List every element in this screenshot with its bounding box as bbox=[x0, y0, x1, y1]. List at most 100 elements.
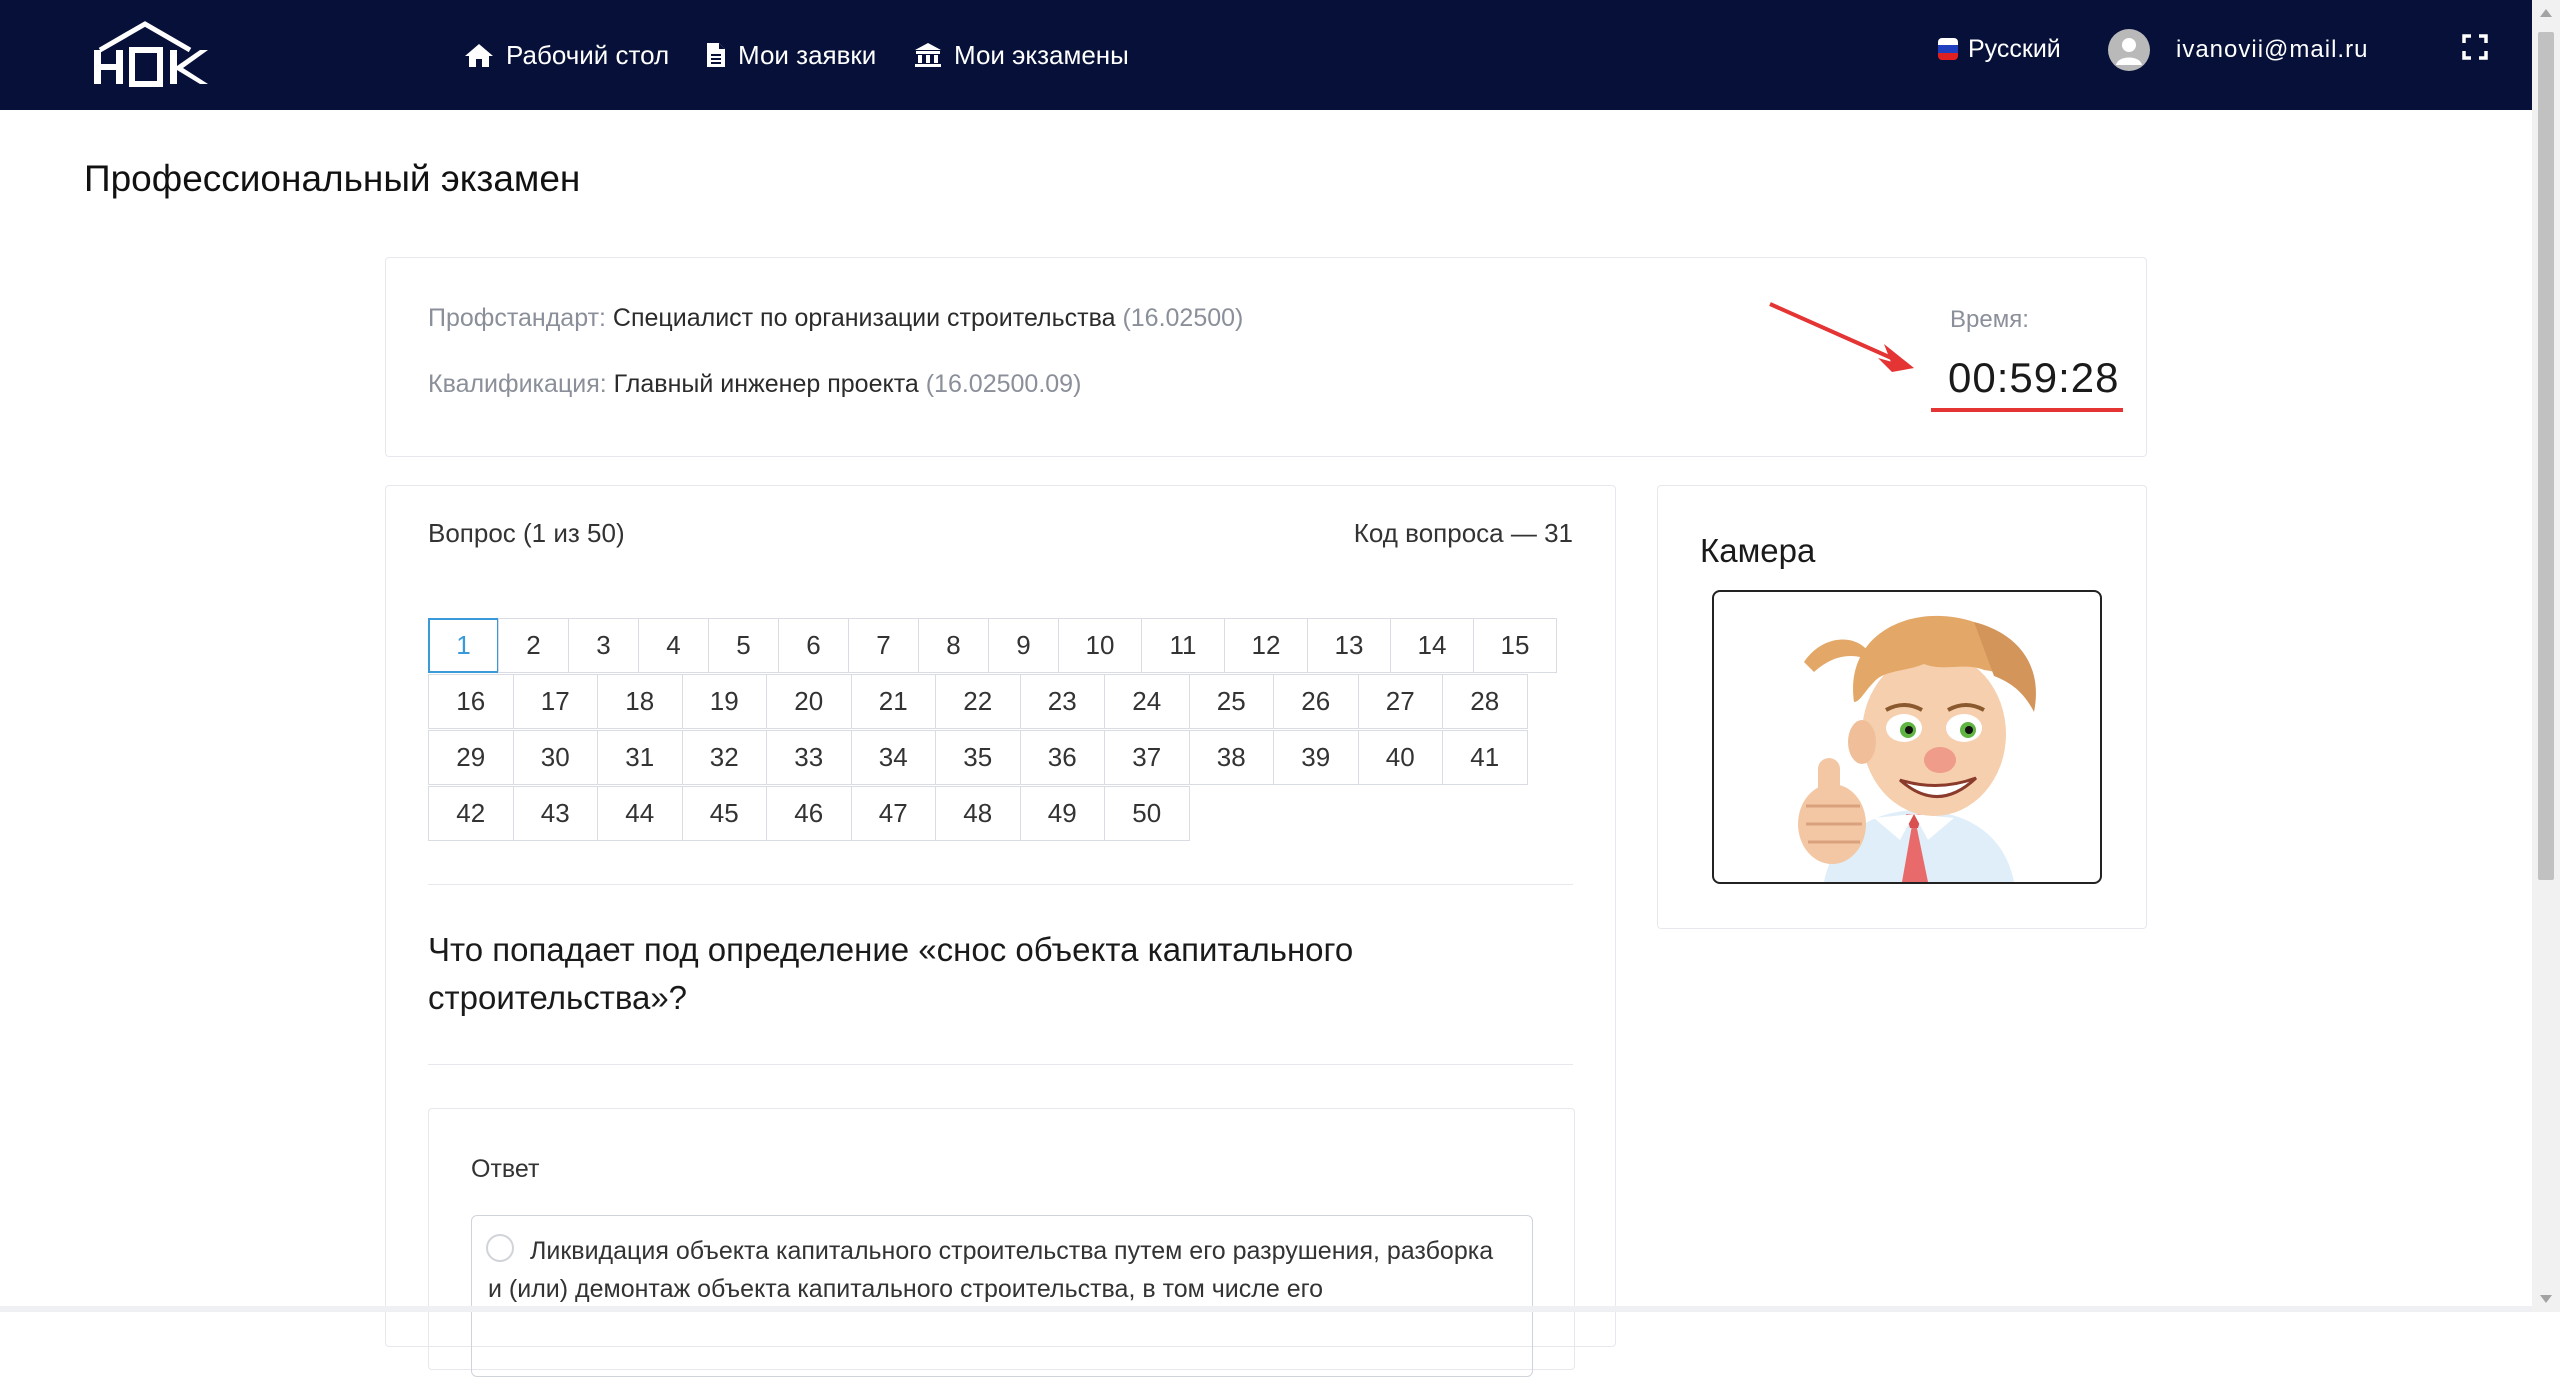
question-number-button[interactable]: 14 bbox=[1390, 618, 1474, 673]
divider bbox=[428, 1064, 1573, 1065]
question-number-button[interactable]: 49 bbox=[1019, 786, 1105, 841]
question-number-button[interactable]: 27 bbox=[1357, 674, 1443, 729]
question-number-button[interactable]: 21 bbox=[850, 674, 936, 729]
question-number-button[interactable]: 35 bbox=[935, 730, 1021, 785]
question-number-button[interactable]: 11 bbox=[1141, 618, 1225, 673]
question-number-button[interactable]: 24 bbox=[1104, 674, 1190, 729]
standard-name: Специалист по организации строительства bbox=[612, 304, 1116, 332]
question-number-button[interactable]: 31 bbox=[597, 730, 683, 785]
question-number-button[interactable]: 17 bbox=[512, 674, 598, 729]
language-label: Русский bbox=[1968, 34, 2061, 63]
question-number-button[interactable]: 4 bbox=[638, 618, 709, 673]
question-number-button[interactable]: 15 bbox=[1473, 618, 1557, 673]
question-number-button[interactable]: 18 bbox=[597, 674, 683, 729]
question-number-button[interactable]: 28 bbox=[1442, 674, 1528, 729]
question-number-button[interactable]: 10 bbox=[1058, 618, 1142, 673]
standard-code: (16.02500) bbox=[1122, 304, 1244, 332]
time-label: Время: bbox=[1950, 306, 2029, 333]
scrollbar-thumb[interactable] bbox=[2538, 32, 2554, 880]
question-number-button[interactable]: 22 bbox=[935, 674, 1021, 729]
fullscreen-icon[interactable] bbox=[2462, 34, 2488, 60]
qualification-label: Квалификация: bbox=[428, 370, 607, 398]
qualification-line: Квалификация: Главный инженер проекта (1… bbox=[428, 370, 1081, 399]
camera-preview bbox=[1712, 590, 2102, 884]
question-number-button[interactable]: 42 bbox=[428, 786, 514, 841]
question-number-button[interactable]: 8 bbox=[918, 618, 989, 673]
question-number-button[interactable]: 41 bbox=[1442, 730, 1528, 785]
answer-option[interactable]: Ликвидация объекта капитального строител… bbox=[471, 1215, 1533, 1377]
question-number-button[interactable]: 34 bbox=[850, 730, 936, 785]
question-number-button[interactable]: 19 bbox=[681, 674, 767, 729]
question-number-button[interactable]: 38 bbox=[1188, 730, 1274, 785]
question-number-button[interactable]: 33 bbox=[766, 730, 852, 785]
question-number-button[interactable]: 1 bbox=[428, 618, 499, 673]
question-text: Что попадает под определение «снос объек… bbox=[428, 931, 1354, 1016]
nav-my-exams[interactable]: Мои экзамены bbox=[914, 32, 1129, 78]
top-navbar: Рабочий стол Мои заявки Мои экзамены Рус… bbox=[0, 0, 2532, 110]
question-number-button[interactable]: 43 bbox=[512, 786, 598, 841]
question-number-button[interactable]: 50 bbox=[1104, 786, 1190, 841]
question-number-button[interactable]: 29 bbox=[428, 730, 514, 785]
question-number-button[interactable]: 36 bbox=[1019, 730, 1105, 785]
question-number-button[interactable]: 37 bbox=[1104, 730, 1190, 785]
camera-card: Камера bbox=[1657, 485, 2147, 929]
standard-label: Профстандарт: bbox=[428, 304, 606, 332]
answer-section: Ответ Ликвидация объекта капитального ст… bbox=[428, 1108, 1575, 1377]
avatar bbox=[2108, 29, 2150, 71]
timer: 00:59:28 bbox=[1948, 354, 2120, 401]
user-email: ivanovii@mail.ru bbox=[2176, 36, 2369, 63]
question-number-button[interactable]: 44 bbox=[597, 786, 683, 841]
nav-dashboard-label: Рабочий стол bbox=[506, 39, 670, 70]
camera-title: Камера bbox=[1700, 532, 1816, 569]
nav-my-applications[interactable]: Мои заявки bbox=[706, 32, 876, 78]
question-code: Код вопроса — 31 bbox=[1353, 518, 1573, 548]
question-number-button[interactable]: 25 bbox=[1188, 674, 1274, 729]
standard-line: Профстандарт: Специалист по организации … bbox=[428, 304, 1243, 333]
question-number-button[interactable]: 7 bbox=[848, 618, 919, 673]
question-number-button[interactable]: 16 bbox=[428, 674, 514, 729]
question-number-button[interactable]: 9 bbox=[988, 618, 1059, 673]
question-number-button[interactable]: 30 bbox=[512, 730, 598, 785]
answer-label: Ответ bbox=[471, 1155, 540, 1183]
divider bbox=[428, 884, 1573, 885]
cartoon-man-image bbox=[1798, 615, 2036, 882]
nav-dashboard[interactable]: Рабочий стол bbox=[464, 32, 669, 78]
question-number-button[interactable]: 32 bbox=[681, 730, 767, 785]
question-number-button[interactable]: 47 bbox=[850, 786, 936, 841]
answer-option-text: Ликвидация объекта капитального строител… bbox=[488, 1237, 1494, 1303]
question-number-button[interactable]: 20 bbox=[766, 674, 852, 729]
home-icon bbox=[465, 44, 493, 67]
document-icon bbox=[707, 43, 725, 67]
nav-my-applications-label: Мои заявки bbox=[738, 39, 877, 70]
question-number-button[interactable]: 5 bbox=[708, 618, 779, 673]
qualification-name: Главный инженер проекта bbox=[613, 370, 919, 398]
timer-highlight-underline bbox=[1931, 408, 2123, 412]
question-number-button[interactable]: 3 bbox=[568, 618, 639, 673]
question-number-button[interactable]: 40 bbox=[1357, 730, 1443, 785]
question-number-button[interactable]: 12 bbox=[1224, 618, 1308, 673]
question-number-button[interactable]: 13 bbox=[1307, 618, 1391, 673]
russia-flag-icon bbox=[1938, 38, 1958, 60]
question-number-button[interactable]: 48 bbox=[935, 786, 1021, 841]
qualification-code: (16.02500.09) bbox=[925, 370, 1082, 398]
question-number-button[interactable]: 39 bbox=[1273, 730, 1359, 785]
question-number-button[interactable]: 26 bbox=[1273, 674, 1359, 729]
page-bottom-edge bbox=[0, 1306, 2532, 1312]
scrollbar[interactable] bbox=[2532, 0, 2560, 1312]
question-number-button[interactable]: 45 bbox=[681, 786, 767, 841]
question-number-button[interactable]: 23 bbox=[1019, 674, 1105, 729]
logo[interactable] bbox=[90, 20, 220, 88]
language-selector[interactable]: Русский bbox=[1938, 28, 2061, 70]
user-menu[interactable]: ivanovii@mail.ru bbox=[2108, 26, 2368, 74]
scroll-up-arrow-icon[interactable] bbox=[2532, 0, 2560, 28]
question-number-button[interactable]: 2 bbox=[498, 618, 569, 673]
exam-info-card: Профстандарт: Специалист по организации … bbox=[385, 257, 2147, 457]
question-number-button[interactable]: 6 bbox=[778, 618, 849, 673]
page-title: Профессиональный экзамен bbox=[84, 158, 581, 199]
scroll-down-arrow-icon[interactable] bbox=[2532, 1284, 2560, 1312]
institution-icon bbox=[915, 43, 941, 67]
nav-my-exams-label: Мои экзамены bbox=[954, 39, 1129, 70]
question-number-button[interactable]: 46 bbox=[766, 786, 852, 841]
annotation-arrow-icon bbox=[1769, 302, 1914, 372]
question-counter: Вопрос (1 из 50) bbox=[428, 518, 625, 548]
